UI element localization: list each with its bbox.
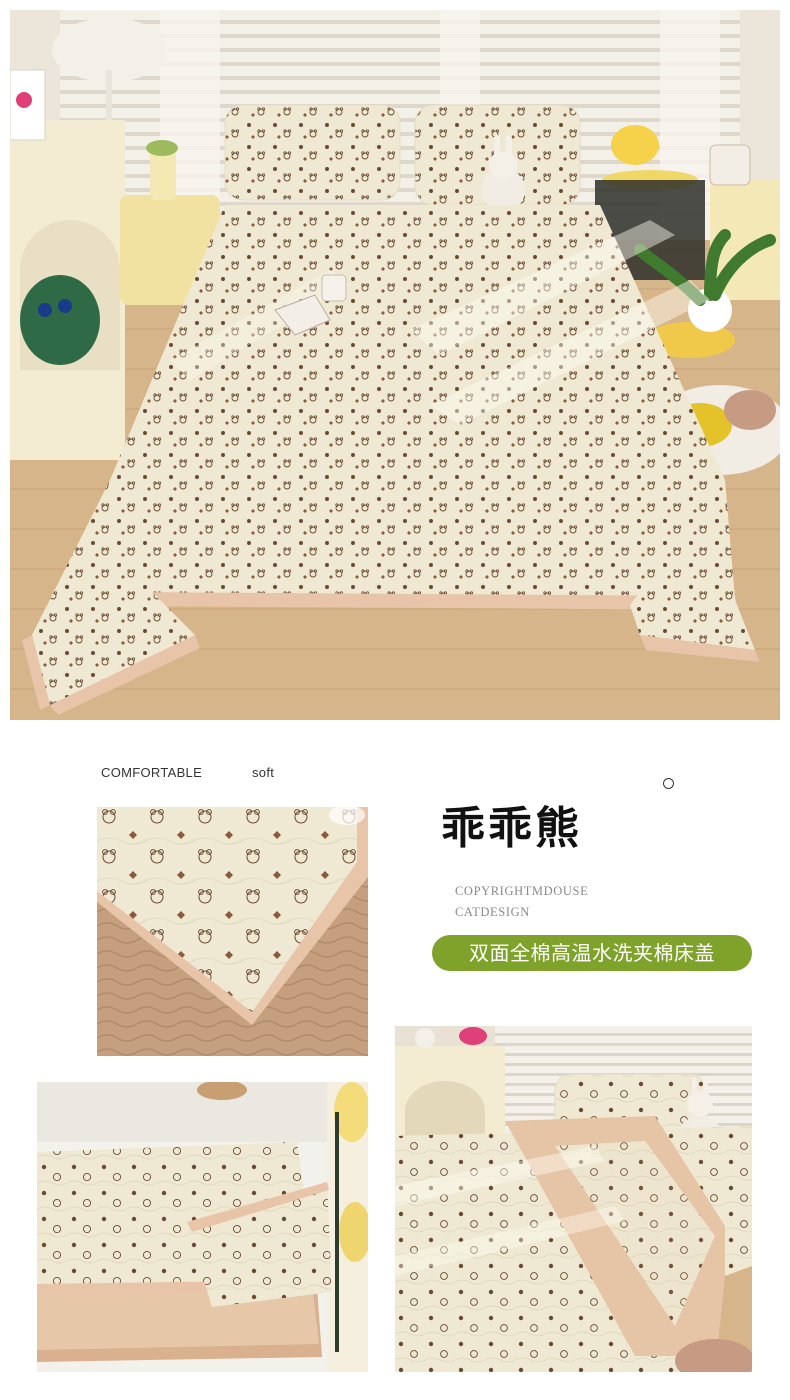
corner-detail-photo (97, 807, 368, 1056)
soft-label: soft (252, 765, 275, 780)
copyright-line-1: COPYRIGHTMDOUSE (455, 884, 589, 898)
circle-icon (663, 778, 674, 789)
copyright-line-2: CATDESIGN (455, 905, 530, 919)
folded-quilt-photo (37, 1082, 368, 1372)
hero-bedroom-photo (10, 10, 780, 720)
product-description-banner: 双面全棉高温水洗夹棉床盖 (432, 935, 752, 971)
bed-angle-photo (395, 1026, 752, 1372)
product-title: 乖乖熊 (441, 803, 582, 854)
comfortable-label: COMFORTABLE (101, 765, 203, 780)
